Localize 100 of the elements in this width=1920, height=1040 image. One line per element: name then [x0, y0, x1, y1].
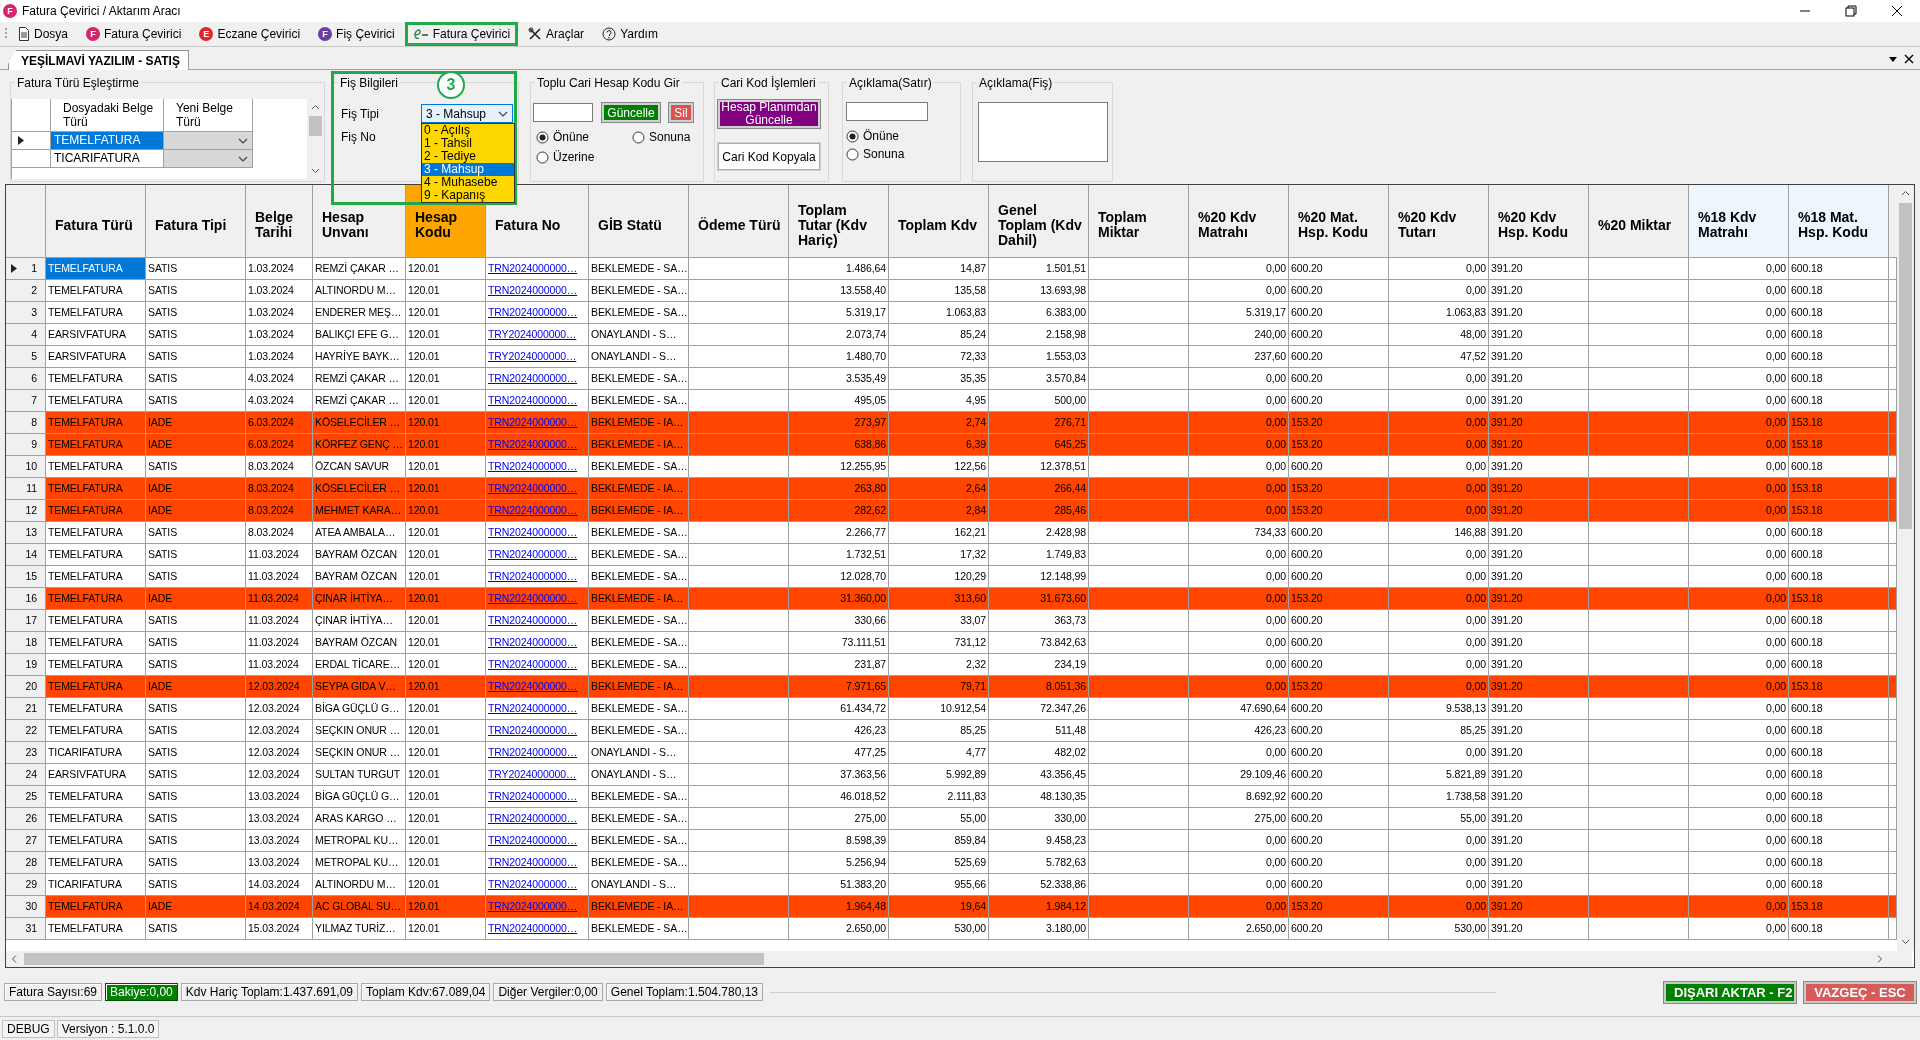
- dropdown-option[interactable]: 2 - Tediye: [422, 150, 514, 163]
- column-header[interactable]: Fatura No: [486, 185, 589, 258]
- column-header[interactable]: %18 Mat. Hsp. Kodu: [1789, 185, 1889, 258]
- invoice-link[interactable]: TRN2024000000…: [488, 306, 578, 318]
- column-header[interactable]: %20 Kdv Hsp. Kodu: [1489, 185, 1589, 258]
- column-header[interactable]: Toplam Tutar (Kdv Hariç): [789, 185, 889, 258]
- invoice-link[interactable]: TRN2024000000…: [488, 878, 578, 890]
- invoice-link[interactable]: TRN2024000000…: [488, 284, 578, 296]
- radio-button[interactable]: Sonuna: [846, 147, 960, 161]
- dropdown-option[interactable]: 1 - Tahsil: [422, 137, 514, 150]
- table-cell: BEKLEMEDE - SA…: [589, 302, 689, 324]
- menu-item[interactable]: Fatura Çevirici: [404, 22, 519, 46]
- column-header[interactable]: %20 Kdv Tutarı: [1389, 185, 1489, 258]
- radio-icon[interactable]: [536, 130, 549, 144]
- table-cell: 391.20: [1489, 918, 1589, 940]
- invoice-link[interactable]: TRY2024000000…: [488, 768, 577, 780]
- table-cell: 37.363,56: [789, 764, 889, 786]
- table-cell: 120.01: [406, 896, 486, 918]
- table-cell: 482,02: [989, 742, 1089, 764]
- table-cell: BEKLEMEDE - SA…: [589, 258, 689, 280]
- column-header[interactable]: %20 Mat. Hsp. Kodu: [1289, 185, 1389, 258]
- export-button[interactable]: DIŞARI AKTAR - F2: [1664, 981, 1796, 1003]
- invoice-link[interactable]: TRN2024000000…: [488, 526, 578, 538]
- invoice-link[interactable]: TRN2024000000…: [488, 812, 578, 824]
- table-cell: ONAYLANDI - S…: [589, 324, 689, 346]
- grip-handle[interactable]: [4, 27, 8, 41]
- table-cell: 275,00: [1189, 808, 1289, 830]
- table-cell: BEKLEMEDE - SA…: [589, 852, 689, 874]
- table-cell: 1.732,51: [789, 544, 889, 566]
- menu-item[interactable]: Yardım: [594, 22, 666, 46]
- radio-icon[interactable]: [846, 129, 859, 143]
- table-cell: 0,00: [1689, 544, 1789, 566]
- dropdown-field[interactable]: [164, 150, 253, 168]
- radio-button[interactable]: Önüne: [846, 129, 960, 143]
- invoice-link[interactable]: TRN2024000000…: [488, 548, 578, 560]
- column-header[interactable]: Fatura Tipi: [146, 185, 246, 258]
- table-cell: TEMELFATURA: [46, 522, 146, 544]
- radio-button[interactable]: Üzerine: [536, 150, 632, 164]
- table-cell: 146,88: [1389, 522, 1489, 544]
- invoice-link[interactable]: TRN2024000000…: [488, 636, 578, 648]
- dropdown-field[interactable]: [164, 132, 253, 150]
- invoice-link[interactable]: TRN2024000000…: [488, 834, 578, 846]
- invoice-link[interactable]: TRN2024000000…: [488, 658, 578, 670]
- invoice-link[interactable]: TRN2024000000…: [488, 570, 578, 582]
- column-header[interactable]: Toplam Miktar: [1089, 185, 1189, 258]
- column-header[interactable]: Ödeme Türü: [689, 185, 789, 258]
- radio-icon[interactable]: [536, 150, 549, 164]
- dropdown-option[interactable]: 0 - Açılış: [422, 124, 514, 137]
- invoice-link[interactable]: TRN2024000000…: [488, 394, 578, 406]
- radio-button[interactable]: Sonuna: [632, 130, 703, 144]
- invoice-link[interactable]: TRN2024000000…: [488, 922, 578, 934]
- invoice-link[interactable]: TRN2024000000…: [488, 262, 578, 274]
- action-button[interactable]: Cari Kod Kopyala: [718, 143, 820, 170]
- update-button[interactable]: Güncelle: [602, 103, 660, 122]
- table-cell: 0,00: [1389, 500, 1489, 522]
- invoice-link[interactable]: TRN2024000000…: [488, 614, 578, 626]
- close-icon[interactable]: [1904, 54, 1914, 64]
- radio-button[interactable]: Önüne: [536, 130, 632, 144]
- document-tab[interactable]: YEŞİLMAVİ YAZILIM - SATIŞ: [8, 50, 189, 70]
- text-area[interactable]: [978, 102, 1108, 162]
- close-icon[interactable]: [1890, 4, 1904, 18]
- radio-icon[interactable]: [846, 147, 859, 161]
- cancel-button[interactable]: VAZGEÇ - ESC: [1804, 981, 1916, 1003]
- table-cell: 734,33: [1189, 522, 1289, 544]
- vertical-scrollbar[interactable]: [1897, 185, 1914, 951]
- invoice-link[interactable]: TRN2024000000…: [488, 856, 578, 868]
- table-cell: 2.158,98: [989, 324, 1089, 346]
- dropdown-field[interactable]: 3 - Mahsup: [421, 104, 513, 123]
- invoice-link[interactable]: TRN2024000000…: [488, 790, 578, 802]
- column-header[interactable]: %18 Kdv Matrahı: [1689, 185, 1789, 258]
- invoice-link[interactable]: TRN2024000000…: [488, 746, 578, 758]
- invoice-link[interactable]: TRN2024000000…: [488, 702, 578, 714]
- delete-button[interactable]: Sil: [669, 103, 693, 122]
- invoice-link[interactable]: TRY2024000000…: [488, 328, 577, 340]
- invoice-link[interactable]: TRY2024000000…: [488, 350, 577, 362]
- column-header[interactable]: %20 Kdv Matrahı: [1189, 185, 1289, 258]
- invoice-link[interactable]: TRN2024000000…: [488, 372, 578, 384]
- invoice-link[interactable]: TRN2024000000…: [488, 724, 578, 736]
- table-cell: 85,25: [889, 720, 989, 742]
- menu-item[interactable]: F Fatura Çevirici: [78, 22, 190, 46]
- menu-item[interactable]: F Fiş Çevirici: [310, 22, 403, 46]
- menu-item[interactable]: Araçlar: [520, 22, 593, 46]
- menu-item[interactable]: E Eczane Çevirici: [191, 22, 309, 46]
- dropdown-option[interactable]: 3 - Mahsup: [422, 163, 514, 176]
- radio-icon[interactable]: [632, 130, 645, 144]
- column-header[interactable]: Belge Tarihi: [246, 185, 313, 258]
- invoice-link[interactable]: TRN2024000000…: [488, 460, 578, 472]
- dropdown-icon[interactable]: [1888, 54, 1898, 64]
- row-number: 22: [25, 723, 37, 738]
- restore-icon[interactable]: [1844, 4, 1858, 18]
- table-cell: 240,00: [1189, 324, 1289, 346]
- column-header[interactable]: Genel Toplam (Kdv Dahil): [989, 185, 1089, 258]
- input-field[interactable]: [533, 103, 593, 122]
- column-header[interactable]: Toplam Kdv: [889, 185, 989, 258]
- action-button[interactable]: Hesap Planımdan Güncelle: [718, 100, 820, 128]
- table-cell: 12.03.2024: [246, 676, 313, 698]
- column-header[interactable]: GİB Statü: [589, 185, 689, 258]
- input-field[interactable]: [846, 102, 928, 121]
- horizontal-scrollbar[interactable]: [6, 951, 1912, 967]
- menu-item[interactable]: Dosya: [10, 22, 76, 46]
